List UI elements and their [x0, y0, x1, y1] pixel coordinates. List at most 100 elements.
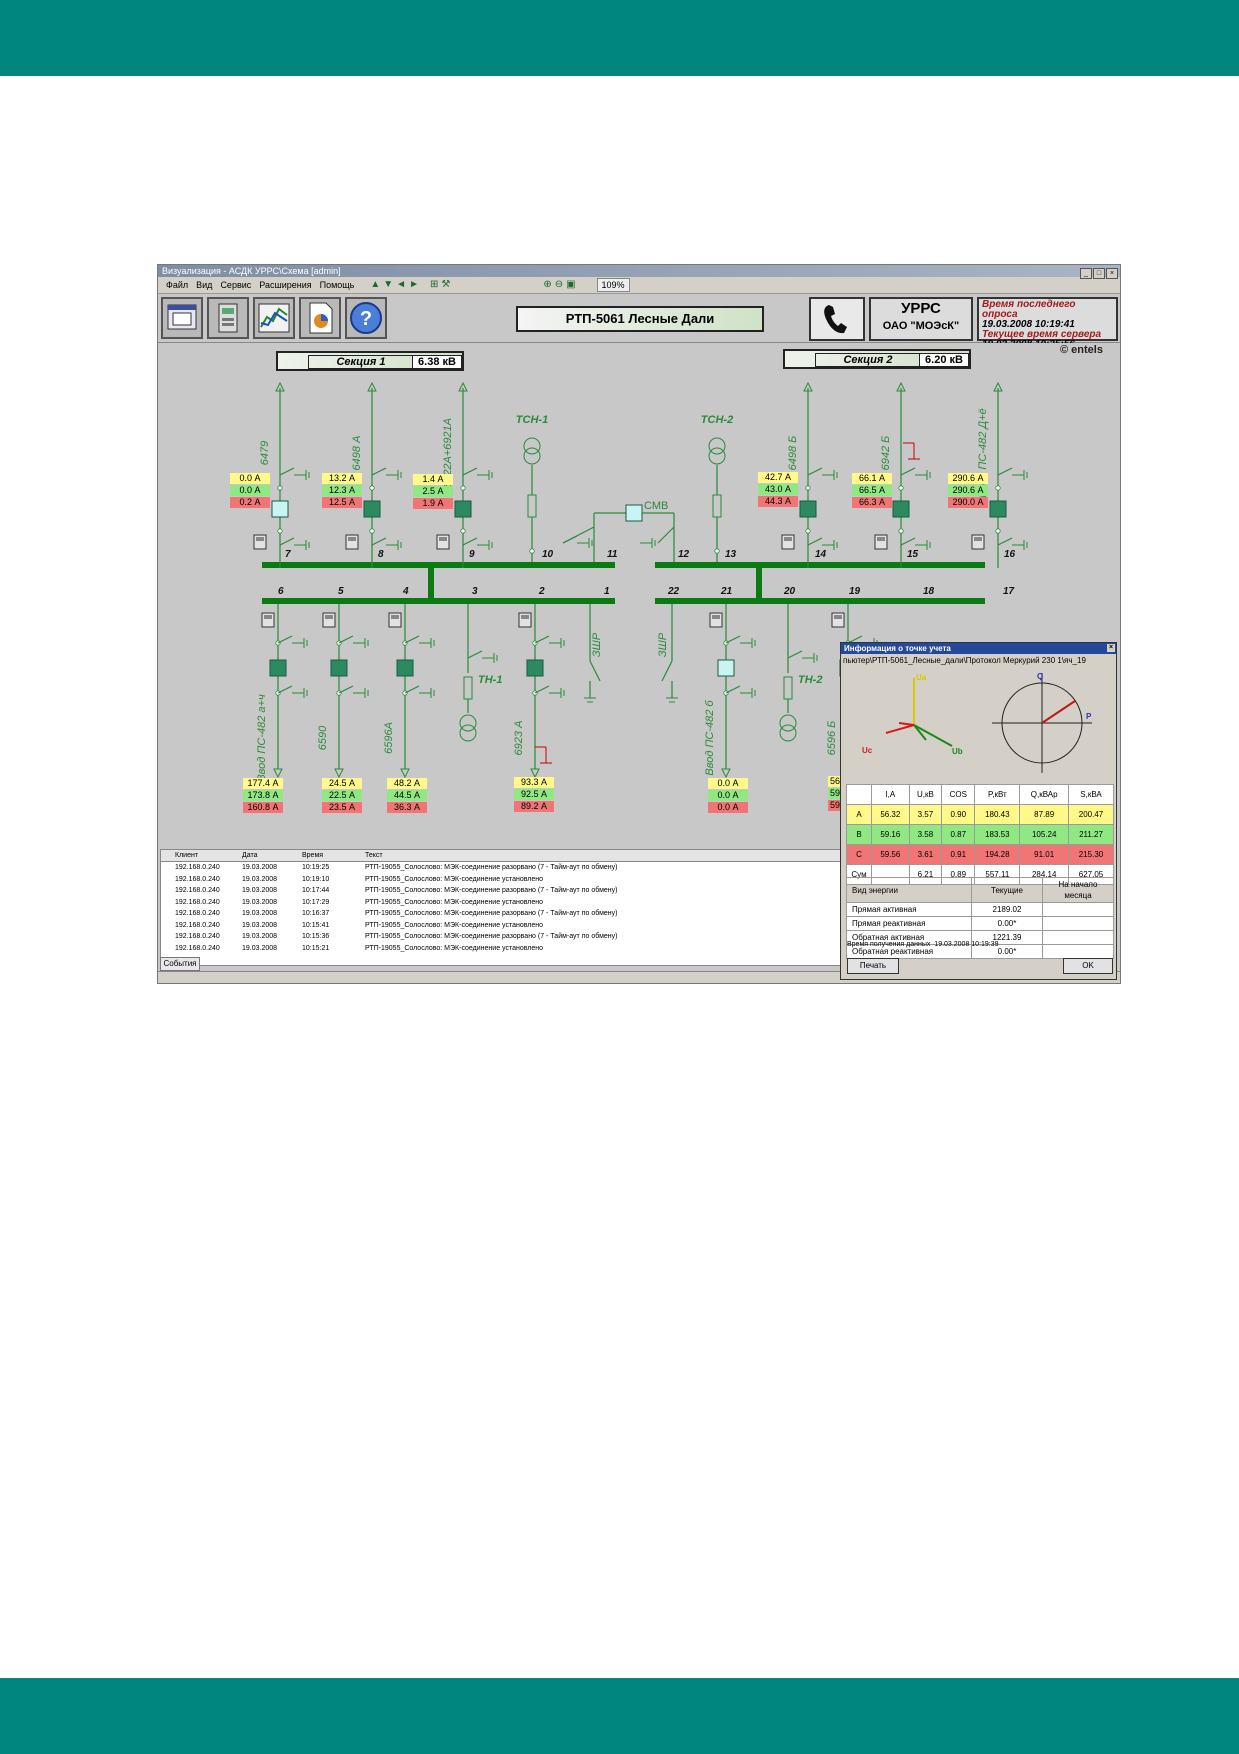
cell-number: 17: [1003, 586, 1015, 597]
fuse-icon: [527, 494, 537, 518]
question-icon: ?: [350, 302, 382, 334]
report-button[interactable]: [299, 297, 341, 339]
bus-node: [277, 485, 283, 491]
energy-cell: [1042, 902, 1114, 917]
cell-number: 6: [278, 586, 284, 597]
maximize-button[interactable]: □: [1093, 268, 1105, 279]
meter-icon: [218, 303, 238, 333]
current-phase-b: 92.5 А: [514, 789, 554, 800]
window-titlebar[interactable]: Визуализация - АСДК УРРС\Схема [admin] _…: [158, 265, 1120, 279]
menu-help[interactable]: Помощь: [320, 277, 355, 293]
feeder-label: Ввод ПС-482 а+ч: [256, 694, 268, 782]
phase-cell: 215.30: [1068, 844, 1114, 865]
current-phase-c: 0.0 А: [708, 802, 748, 813]
disconnector-icon: [562, 535, 578, 544]
current-phase-c: 1.9 А: [413, 498, 453, 509]
energy-cell: [1042, 916, 1114, 931]
voltage-transformer-label: ТН-2: [798, 674, 822, 686]
disconnector-icon: [338, 635, 354, 644]
window-title: Визуализация - АСДК УРРС\Схема [admin]: [162, 266, 341, 276]
bus-node: [277, 528, 283, 534]
energy-cell: 0.00*: [971, 916, 1043, 931]
bus-node: [898, 528, 904, 534]
fuse-icon: [712, 494, 722, 518]
phase-cell: C: [846, 844, 872, 865]
meter-path: пьютер\РТП-5061_Лесные_дали\Протокол Мер…: [843, 656, 1086, 665]
column-client[interactable]: Клиент: [175, 850, 242, 861]
bus-node: [995, 485, 1001, 491]
cell-number: 2: [538, 586, 545, 597]
close-button[interactable]: ×: [1106, 268, 1118, 279]
meter-icon: [974, 537, 982, 541]
help-button[interactable]: ?: [345, 297, 387, 339]
breaker-icon: [717, 659, 735, 677]
cell-number: 15: [907, 549, 919, 560]
phone-icon: [824, 305, 847, 334]
current-readings-cell-2: 93.3 А 92.5 А 89.2 А: [514, 777, 554, 813]
phase-cell: 180.43: [974, 804, 1021, 825]
navigation-arrows-icon[interactable]: ▲▼◄►: [370, 277, 422, 293]
busbar-section-1-link: [428, 562, 434, 604]
tab-events[interactable]: События: [160, 957, 200, 971]
trend-button[interactable]: [253, 297, 295, 339]
disconnector-icon: [725, 635, 741, 644]
breaker-icon: [271, 500, 289, 518]
feeder-label: 6596 Б: [826, 721, 838, 756]
meter-button[interactable]: [207, 297, 249, 339]
feeder-label: 6498 А: [351, 436, 363, 471]
transformer-icon: [523, 447, 541, 465]
column-date[interactable]: Дата: [242, 850, 302, 861]
minimize-button[interactable]: _: [1080, 268, 1092, 279]
current-phase-a: 0.0 А: [230, 473, 270, 484]
phase-cell: 194.28: [974, 844, 1021, 865]
disconnector-icon: [807, 537, 823, 546]
menu-file[interactable]: Файл: [166, 277, 188, 293]
current-phase-c: 290.0 А: [948, 497, 988, 508]
busbar-section-2-link: [756, 562, 762, 604]
org-name: УРРС: [901, 300, 941, 317]
meter-icon: [784, 537, 792, 541]
disconnector-icon: [371, 537, 387, 546]
menu-view[interactable]: Вид: [196, 277, 212, 293]
current-readings-cell-21: 0.0 А 0.0 А 0.0 А: [708, 778, 748, 814]
current-phase-a: 93.3 А: [514, 777, 554, 788]
current-phase-b: 173.8 А: [243, 790, 283, 801]
feeder-label: 6498 Б: [787, 436, 799, 471]
disconnector-icon: [725, 685, 741, 694]
cell-number: 7: [285, 549, 291, 560]
current-readings-cell-16: 290.6 А 290.6 А 290.0 А: [948, 473, 988, 509]
meter-icon: [712, 615, 720, 619]
bus-node: [529, 548, 535, 554]
disconnector-icon: [661, 660, 673, 682]
menu-service[interactable]: Сервис: [220, 277, 251, 293]
energy-header: На начало месяца: [1042, 877, 1114, 903]
tools-icon[interactable]: ⊞⚒: [430, 277, 453, 293]
disconnector-icon: [900, 467, 916, 476]
transformer-icon: [459, 724, 477, 742]
cell-number: 18: [923, 586, 935, 597]
phone-button[interactable]: [809, 297, 865, 341]
phase-cell: 200.47: [1068, 804, 1114, 825]
cell-number: 19: [849, 586, 861, 597]
zoom-tools-icon[interactable]: ⊕⊖▣: [543, 277, 578, 293]
zoom-level[interactable]: 109%: [596, 278, 630, 292]
print-button[interactable]: Печать: [847, 958, 899, 974]
ok-button[interactable]: OK: [1063, 958, 1113, 974]
phase-cell: 0.90: [941, 804, 976, 825]
info-close-icon[interactable]: ×: [1107, 644, 1115, 652]
phase-cell: 211.27: [1068, 824, 1114, 845]
cell-number: 12: [678, 549, 690, 560]
menu-extensions[interactable]: Расширения: [259, 277, 311, 293]
report-icon: [309, 302, 333, 334]
meter-icon: [439, 537, 447, 541]
energy-cell: Прямая активная: [846, 902, 972, 917]
bus-node: [460, 485, 466, 491]
feeder-label: 6596А: [383, 722, 395, 754]
footer-band: [0, 1678, 1239, 1754]
feeder-label: 6479: [259, 441, 271, 465]
info-window-titlebar[interactable]: Информация о точке учета ×: [841, 643, 1116, 654]
zshr-label: ЗШР: [591, 632, 603, 657]
windows-button[interactable]: [161, 297, 203, 339]
meter-icon: [877, 537, 885, 541]
column-time[interactable]: Время: [302, 850, 365, 861]
